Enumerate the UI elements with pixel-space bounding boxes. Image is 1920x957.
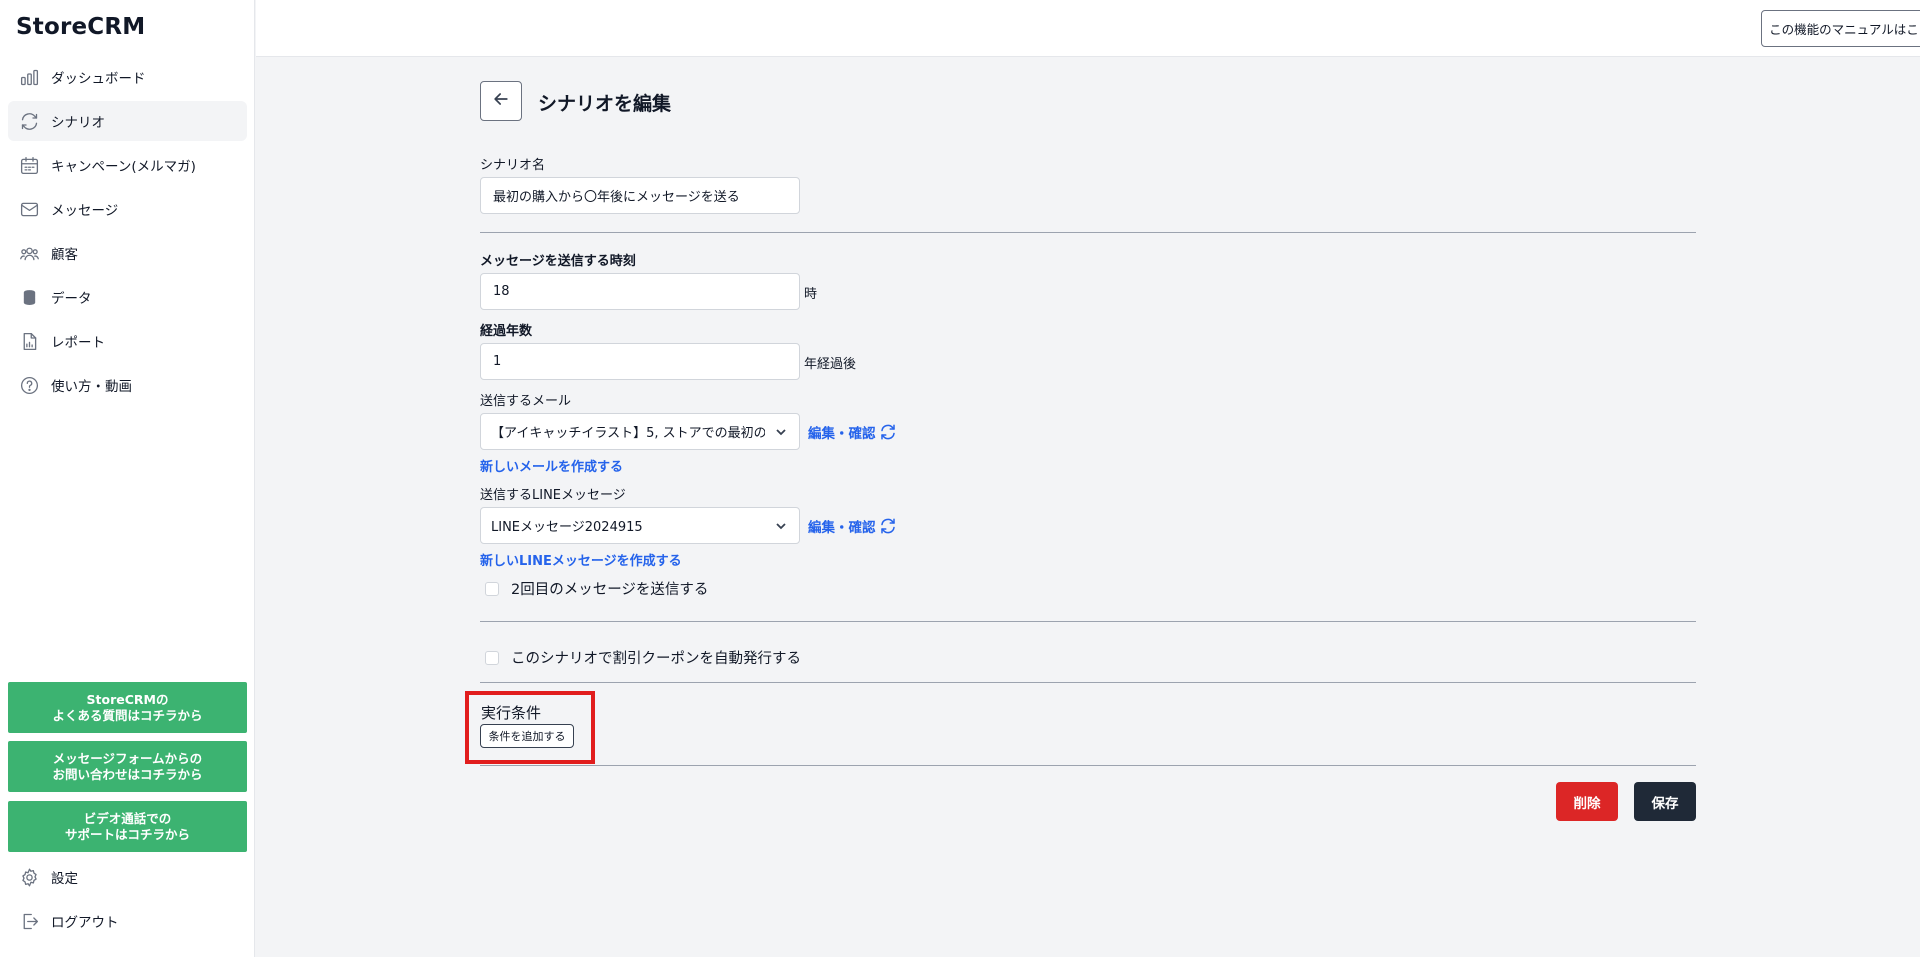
page-title: シナリオを編集 [538,93,672,115]
video-support-button[interactable]: ビデオ通話での サポートはコチラから [8,801,247,852]
mail-select-value: 【アイキャッチイラスト】5, ストアでの最初の購入から [491,426,765,441]
sidebar-item-scenario[interactable]: シナリオ [8,101,247,141]
mail-select[interactable]: 【アイキャッチイラスト】5, ストアでの最初の購入から [480,413,800,450]
conditions-title: 実行条件 [481,704,542,722]
second-message-checkbox[interactable] [485,581,499,596]
users-icon [18,242,40,264]
line-refresh-icon[interactable] [879,517,897,535]
video-support-button-line1: ビデオ通話での [83,810,172,826]
back-button[interactable] [480,81,522,121]
contact-form-button[interactable]: メッセージフォームからの お問い合わせはコチラから [8,741,247,792]
mail-refresh-icon[interactable] [879,423,897,441]
sidebar-item-logout[interactable]: ログアウト [8,901,247,941]
elapsed-years-label: 経過年数 [480,324,533,339]
sidebar-item-label: ダッシュボード [51,71,146,87]
sidebar-item-dashboard[interactable]: ダッシュボード [8,57,247,97]
gear-icon [18,866,40,888]
faq-button[interactable]: StoreCRMの よくある質問はコチラから [8,682,247,733]
send-time-label: メッセージを送信する時刻 [480,254,636,269]
sidebar-item-label: キャンペーン(メルマガ) [51,159,196,175]
divider [480,232,1696,233]
document-chart-icon [18,330,40,352]
mail-label: 送信するメール [480,394,572,409]
sidebar-item-label: レポート [51,335,105,351]
sidebar-item-label: ログアウト [51,915,119,931]
sidebar-item-label: メッセージ [51,203,119,219]
divider [480,682,1696,683]
coupon-label: このシナリオで割引クーポンを自動発行する [511,651,801,667]
chevron-down-icon [775,520,787,532]
second-message-label: 2回目のメッセージを送信する [511,582,709,598]
elapsed-years-suffix: 年経過後 [804,357,857,372]
save-button[interactable]: 保存 [1634,782,1696,821]
database-icon [18,286,40,308]
divider [480,765,1696,766]
mail-edit-link[interactable]: 編集・確認 [808,422,876,442]
sidebar-bottom-nav: 設定 ログアウト [8,857,247,945]
second-message-checkbox-row[interactable]: 2回目のメッセージを送信する [485,578,708,599]
video-support-button-line2: サポートはコチラから [64,826,190,842]
delete-button[interactable]: 削除 [1556,782,1618,821]
line-label: 送信するLINEメッセージ [480,488,626,503]
coupon-checkbox[interactable] [485,650,499,665]
faq-button-line1: StoreCRMの [86,691,169,707]
top-bar: この機能のマニュアルはこちら [256,0,1920,57]
chart-bar-icon [18,66,40,88]
sidebar-item-report[interactable]: レポート [8,321,247,361]
scenario-name-label: シナリオ名 [480,158,546,173]
new-mail-link[interactable]: 新しいメールを作成する [480,456,623,475]
app-logo[interactable]: StoreCRM [16,14,145,40]
faq-button-line2: よくある質問はコチラから [52,707,203,723]
sidebar-item-label: 顧客 [51,247,78,263]
sidebar-item-label: 設定 [51,871,78,887]
calendar-icon [18,154,40,176]
line-edit-link[interactable]: 編集・確認 [808,516,876,536]
contact-form-button-line2: お問い合わせはコチラから [52,766,203,782]
contact-form-button-line1: メッセージフォームからの [52,750,203,766]
arrow-left-icon [491,89,511,113]
sidebar-nav: ダッシュボード シナリオ キャンペーン(メルマガ) メッセージ 顧客 データ レ… [8,57,247,409]
line-select[interactable]: LINEメッセージ2024915 [480,507,800,544]
sidebar-item-data[interactable]: データ [8,277,247,317]
manual-button[interactable]: この機能のマニュアルはこちら [1761,10,1920,47]
divider [480,621,1696,622]
sidebar-item-label: シナリオ [51,115,105,131]
elapsed-years-input[interactable]: 1 [480,343,800,380]
sidebar-item-customers[interactable]: 顧客 [8,233,247,273]
question-circle-icon [18,374,40,396]
chevron-down-icon [775,426,787,438]
envelope-icon [18,198,40,220]
sidebar-item-label: データ [51,291,92,307]
line-select-value: LINEメッセージ2024915 [491,520,643,535]
new-line-link[interactable]: 新しいLINEメッセージを作成する [480,550,682,569]
sidebar-item-label: 使い方・動画 [51,379,132,395]
send-time-suffix: 時 [804,287,818,302]
sidebar-item-campaign[interactable]: キャンペーン(メルマガ) [8,145,247,185]
refresh-icon [18,110,40,132]
sidebar: StoreCRM ダッシュボード シナリオ キャンペーン(メルマガ) メッセージ [0,0,255,957]
send-time-input[interactable]: 18 [480,273,800,310]
sidebar-item-settings[interactable]: 設定 [8,857,247,897]
logout-icon [18,910,40,932]
scenario-name-input[interactable]: 最初の購入から〇年後にメッセージを送る [480,177,800,214]
sidebar-item-howto[interactable]: 使い方・動画 [8,365,247,405]
add-condition-button[interactable]: 条件を追加する [480,724,574,748]
coupon-checkbox-row[interactable]: このシナリオで割引クーポンを自動発行する [485,647,801,668]
sidebar-item-message[interactable]: メッセージ [8,189,247,229]
